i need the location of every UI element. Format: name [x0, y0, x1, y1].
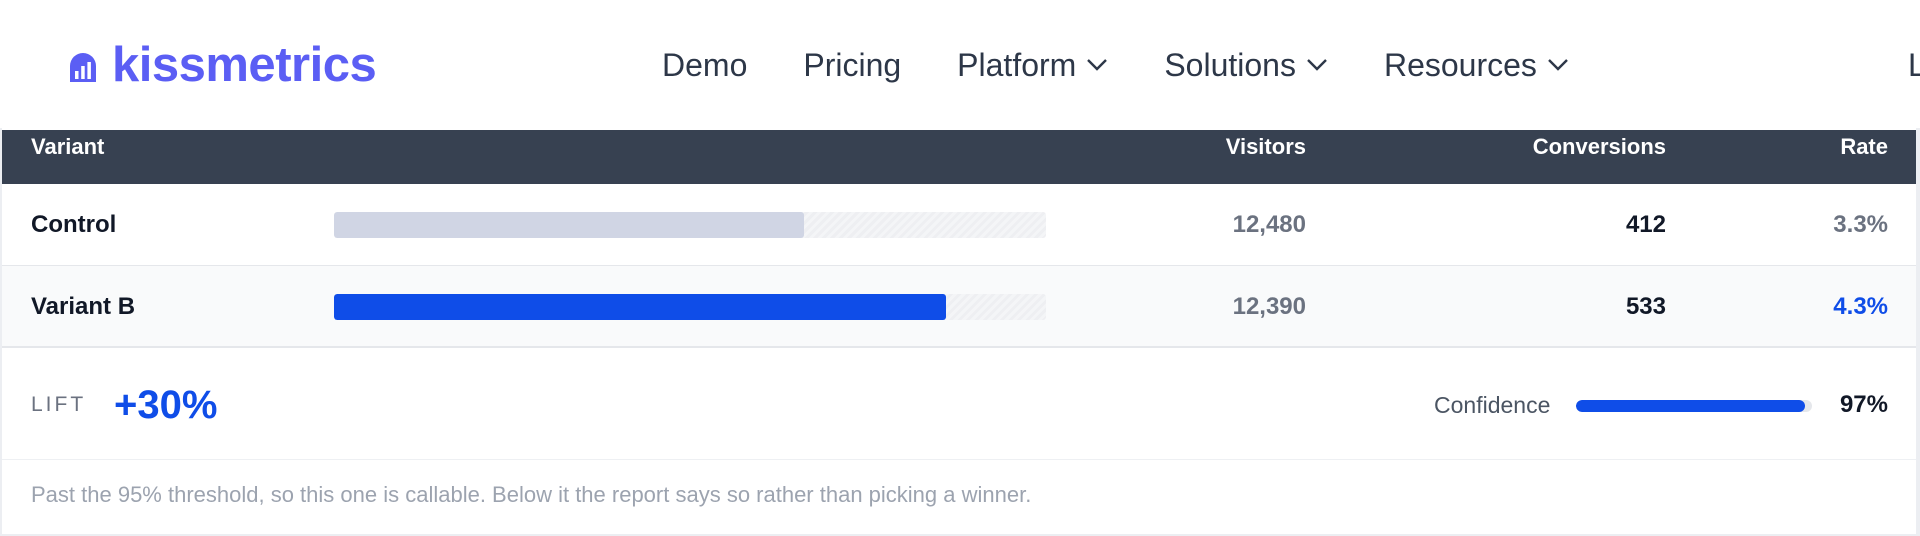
confidence-label: Confidence — [1434, 392, 1551, 418]
nav-demo-label: Demo — [662, 46, 748, 83]
lift-label: LIFT — [31, 393, 87, 416]
rate-bar-fill — [334, 212, 804, 238]
brand-name: kissmetrics — [112, 38, 377, 92]
brand-logo[interactable]: kissmetrics — [62, 38, 377, 92]
nav-solutions-label: Solutions — [1164, 46, 1296, 83]
rate-value: 3.3% — [1833, 211, 1888, 238]
confidence-value: 97% — [1839, 391, 1888, 418]
header-conversions: Conversions — [1532, 134, 1666, 159]
nav-platform[interactable]: Platform — [957, 47, 1108, 84]
kissmetrics-logo-icon — [70, 53, 96, 82]
header-variant: Variant — [31, 134, 105, 159]
table-header: Variant Visitors Conversions Rate — [2, 130, 1916, 184]
nav-pricing[interactable]: Pricing — [803, 47, 901, 84]
lift-summary: LIFT +30% Confidence 97% — [2, 350, 1916, 460]
lift-value: +30% — [114, 383, 218, 427]
chevron-down-icon — [1548, 59, 1568, 71]
conversions-value: 412 — [1625, 211, 1666, 238]
nav-resources-label: Resources — [1383, 46, 1537, 83]
header-rate: Rate — [1840, 134, 1888, 159]
visitors-value: 12,480 — [1232, 211, 1306, 238]
variant-name: Control — [31, 211, 117, 238]
ab-test-report-card: Variant Visitors Conversions Rate Contro… — [2, 128, 1916, 534]
visitors-value: 12,390 — [1232, 293, 1306, 320]
nav-demo[interactable]: Demo — [662, 47, 747, 84]
table-row: Variant B 12,390 533 4.3% — [2, 266, 1916, 348]
nav-solutions[interactable]: Solutions — [1164, 47, 1328, 84]
chevron-down-icon — [1087, 59, 1108, 71]
conversions-value: 533 — [1625, 293, 1666, 320]
confidence-bar-fill — [1576, 400, 1805, 412]
nav-pricing-label: Pricing — [803, 46, 902, 83]
confidence-bar-track — [1576, 400, 1812, 412]
rate-value: 4.3% — [1833, 293, 1888, 320]
nav-platform-label: Platform — [957, 46, 1077, 83]
table-row: Control 12,480 412 3.3% — [2, 184, 1916, 266]
nav-cut-off-item[interactable]: L — [1908, 40, 1920, 90]
main-menu: Demo Pricing Platform Solutions Resource… — [662, 40, 1625, 90]
threshold-note: Past the 95% threshold, so this one is c… — [31, 482, 1032, 507]
nav-resources[interactable]: Resources — [1384, 47, 1569, 84]
rate-bar-fill — [334, 294, 947, 320]
rate-bar-track — [334, 212, 1046, 238]
variant-name: Variant B — [31, 293, 136, 320]
rate-bar-track — [334, 294, 1046, 320]
header-visitors: Visitors — [1225, 134, 1306, 159]
top-nav: kissmetrics Demo Pricing Platform Soluti… — [0, 0, 1920, 128]
chevron-down-icon — [1307, 59, 1327, 71]
